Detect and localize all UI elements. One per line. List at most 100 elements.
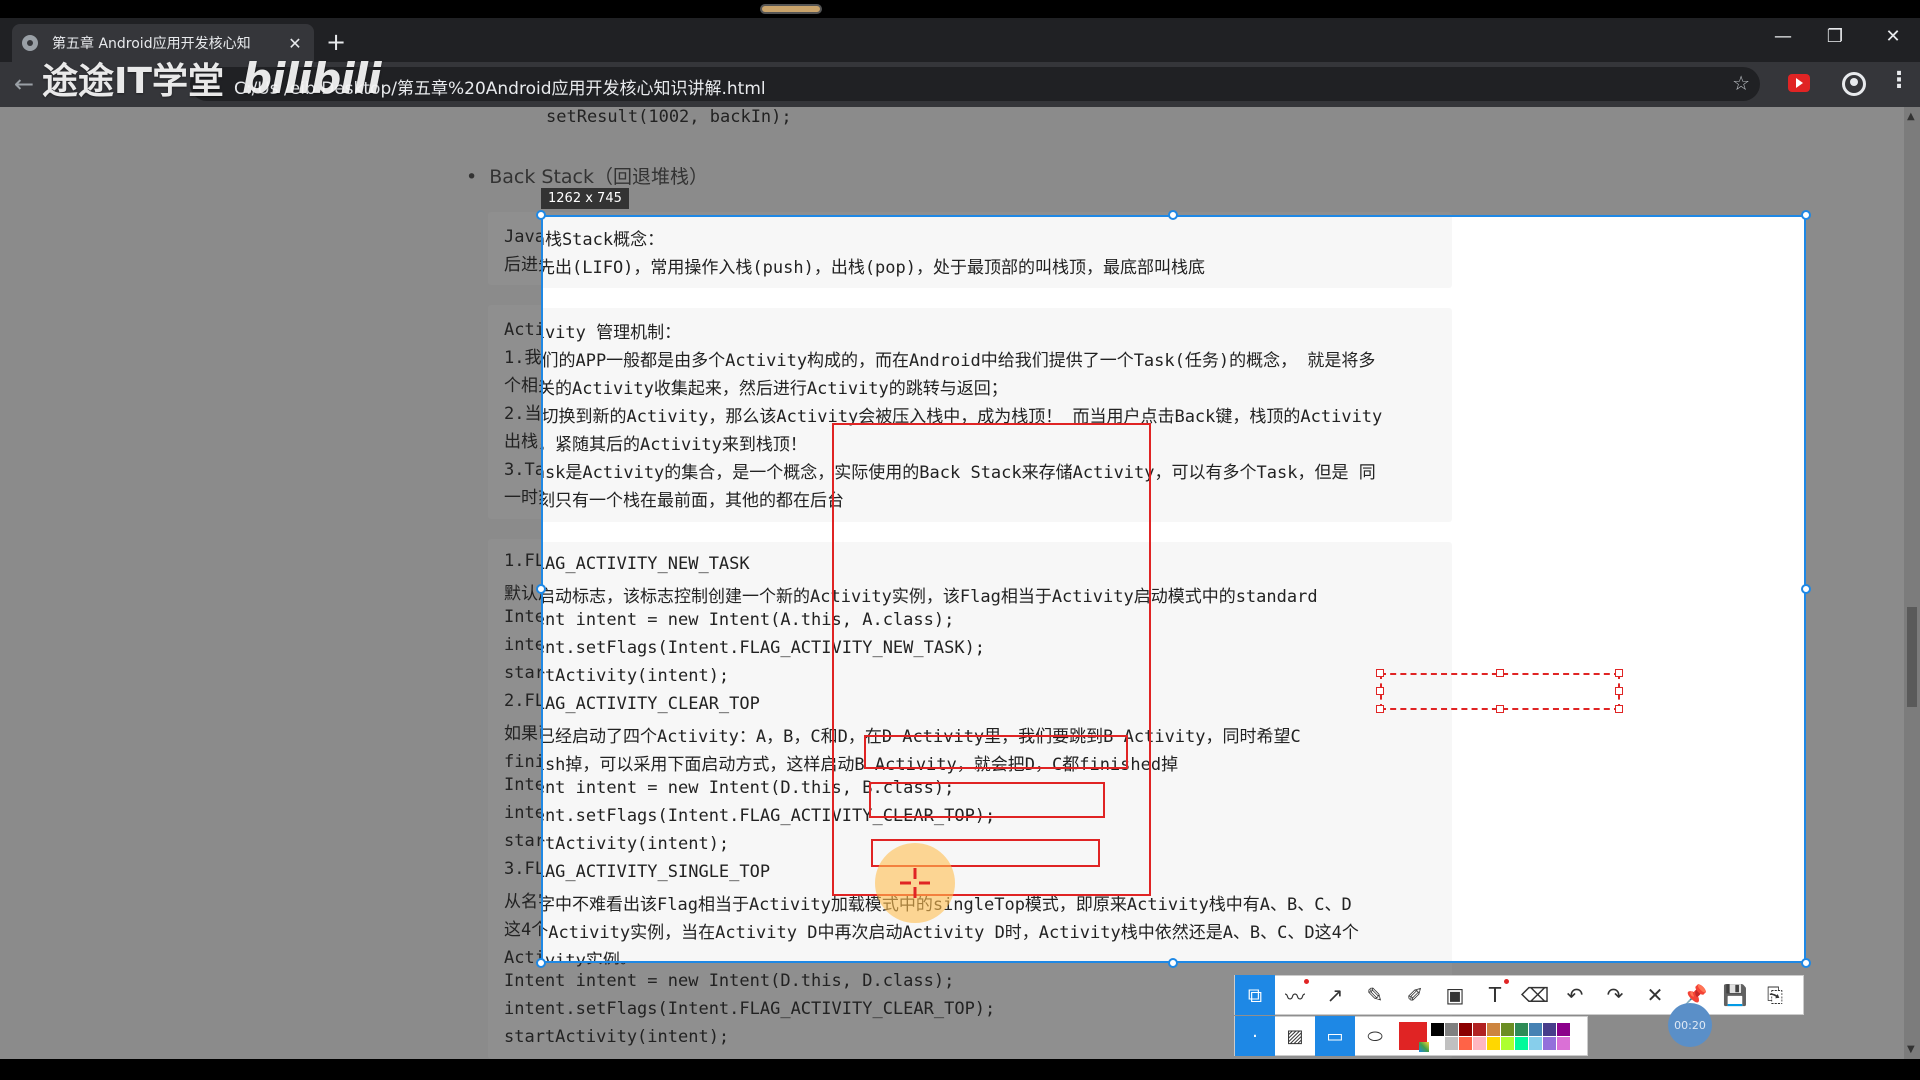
minimize-button[interactable]: — (1768, 26, 1798, 47)
tab-title: 第五章 Android应用开发核心知 (52, 36, 251, 52)
palette-swatch[interactable] (1487, 1022, 1500, 1036)
pencil-icon[interactable]: ✎ (1355, 975, 1395, 1015)
section-heading: Back Stack（回退堆栈） (466, 162, 708, 189)
current-color-swatch[interactable] (1399, 1022, 1429, 1052)
crosshair-cursor-icon (900, 868, 930, 898)
block-line: 这4个Activity实例，当在Activity D中再次启动Activity … (541, 923, 1359, 943)
screen-top-bar (0, 0, 1920, 18)
annotation-rectangle[interactable] (864, 735, 1128, 769)
address-bar[interactable]: C:/Us /eib Desktop/第五章%20Android应用开发核心知识… (190, 67, 1760, 101)
block-line: 一时刻只有一个栈在最前面，其他的都在后台 (541, 491, 844, 511)
scroll-down-icon[interactable]: ▼ (1907, 1044, 1915, 1055)
palette-swatch[interactable] (1515, 1036, 1528, 1050)
recording-timer: 00:20 (1668, 1003, 1712, 1047)
restore-button[interactable]: ❐ (1820, 26, 1850, 47)
watermark-text: 途途IT学堂 (42, 61, 224, 102)
block-line: 1.FLAG_ACTIVITY_NEW_TASK (543, 554, 750, 574)
shape-handle[interactable] (1496, 705, 1504, 713)
profile-avatar-icon[interactable] (1842, 72, 1866, 96)
block-line: intent.setFlags(Intent.FLAG_ACTIVITY_CLE… (504, 999, 996, 1019)
block-line: Java栈Stack概念： (543, 230, 665, 250)
block-line: Activity 管理机制： (543, 323, 682, 343)
annotation-toolbar: ⧉ 〰 ↗ ✎ ✐ ▣ T ⌫ ↶ ↷ ✕ 📌 💾 ⎘ (1234, 975, 1804, 1015)
save-icon[interactable]: 💾 (1715, 975, 1755, 1015)
palette-swatch[interactable] (1543, 1022, 1556, 1036)
drag-handle[interactable] (760, 4, 822, 14)
palette-swatch[interactable] (1529, 1036, 1542, 1050)
eraser-icon[interactable]: ⌫ (1515, 975, 1555, 1015)
mosaic-icon[interactable]: ▣ (1435, 975, 1475, 1015)
youtube-extension-icon[interactable] (1788, 74, 1810, 92)
shape-handle[interactable] (1376, 705, 1384, 713)
page-scrollbar[interactable]: ▲ ▼ (1904, 107, 1920, 1059)
resize-handle-nw[interactable] (536, 210, 546, 220)
resize-handle-s[interactable] (1168, 958, 1178, 968)
block-line: 个相关的Activity收集起来，然后进行Activity的跳转与返回； (541, 379, 1008, 399)
close-icon[interactable]: ✕ (1635, 975, 1675, 1015)
bookmark-star-icon[interactable]: ☆ (1732, 71, 1750, 95)
palette-swatch[interactable] (1543, 1036, 1556, 1050)
palette-swatch[interactable] (1557, 1022, 1570, 1036)
palette-swatch[interactable] (1473, 1022, 1486, 1036)
back-arrow-icon[interactable]: ← (14, 70, 34, 98)
globe-icon (22, 35, 38, 51)
palette-swatch[interactable] (1473, 1036, 1486, 1050)
shape-handle[interactable] (1615, 669, 1623, 677)
palette-swatch[interactable] (1445, 1022, 1458, 1036)
block-line: startActivity(intent); (543, 666, 730, 686)
block-line: 2.FLAG_ACTIVITY_CLEAR_TOP (543, 694, 760, 714)
fill-pattern-icon[interactable]: ▨ (1275, 1016, 1315, 1056)
annotation-rectangle[interactable] (869, 782, 1105, 818)
copy-icon[interactable]: ⎘ (1755, 975, 1795, 1015)
resize-handle-n[interactable] (1168, 210, 1178, 220)
arrow-icon[interactable]: ↗ (1315, 975, 1355, 1015)
color-palette[interactable] (1431, 1022, 1570, 1050)
scroll-thumb[interactable] (1907, 607, 1917, 707)
palette-swatch[interactable] (1445, 1036, 1458, 1050)
palette-swatch[interactable] (1487, 1036, 1500, 1050)
block-line: 出栈，紧随其后的Activity来到栈顶！ (541, 435, 807, 455)
select-icon[interactable]: ⧉ (1235, 975, 1275, 1015)
palette-swatch[interactable] (1515, 1022, 1528, 1036)
palette-swatch[interactable] (1459, 1022, 1472, 1036)
block-line: startActivity(intent); (504, 1027, 730, 1047)
annotation-rectangle[interactable] (832, 423, 1151, 896)
redo-icon[interactable]: ↷ (1595, 975, 1635, 1015)
shape-handle[interactable] (1615, 705, 1623, 713)
palette-swatch[interactable] (1501, 1036, 1514, 1050)
undo-icon[interactable]: ↶ (1555, 975, 1595, 1015)
palette-swatch[interactable] (1431, 1036, 1444, 1050)
palette-swatch[interactable] (1557, 1036, 1570, 1050)
shape-handle[interactable] (1376, 687, 1384, 695)
shape-handle[interactable] (1496, 669, 1504, 677)
kebab-menu-icon[interactable]: ⋮ (1888, 68, 1910, 93)
ellipse-icon[interactable]: ⬭ (1355, 1016, 1395, 1056)
code-block-stack: Java栈Stack概念： 后进先出(LIFO)，常用操作入栈(push)，出栈… (543, 217, 1452, 288)
window-close-button[interactable]: ✕ (1878, 26, 1908, 47)
palette-swatch[interactable] (1431, 1022, 1444, 1036)
resize-handle-ne[interactable] (1801, 210, 1811, 220)
selection-size-label: 1262 x 745 (541, 188, 629, 209)
polyline-icon[interactable]: 〰 (1275, 975, 1315, 1015)
resize-handle-se[interactable] (1801, 958, 1811, 968)
shape-handle[interactable] (1615, 687, 1623, 695)
watermark: 途途IT学堂 bilibili (42, 52, 382, 104)
capture-selection[interactable]: Java栈Stack概念： 后进先出(LIFO)，常用操作入栈(push)，出栈… (541, 215, 1806, 963)
bilibili-logo: bilibili (241, 54, 382, 103)
text-icon[interactable]: T (1475, 975, 1515, 1015)
annotation-style-bar: · ▨ ▭ ⬭ (1234, 1016, 1588, 1056)
code-line: setResult(1002, backIn); (546, 107, 792, 127)
shape-handle[interactable] (1376, 669, 1384, 677)
palette-swatch[interactable] (1459, 1036, 1472, 1050)
tab-close-icon[interactable]: ✕ (286, 34, 304, 53)
resize-handle-w[interactable] (536, 584, 546, 594)
palette-swatch[interactable] (1529, 1022, 1542, 1036)
resize-handle-e[interactable] (1801, 584, 1811, 594)
rectangle-icon[interactable]: ▭ (1315, 1016, 1355, 1056)
resize-handle-sw[interactable] (536, 958, 546, 968)
block-line: 3.FLAG_ACTIVITY_SINGLE_TOP (543, 862, 771, 882)
palette-swatch[interactable] (1501, 1022, 1514, 1036)
scroll-up-icon[interactable]: ▲ (1907, 111, 1915, 122)
stroke-size-icon[interactable]: · (1235, 1016, 1275, 1056)
marker-icon[interactable]: ✐ (1395, 975, 1435, 1015)
